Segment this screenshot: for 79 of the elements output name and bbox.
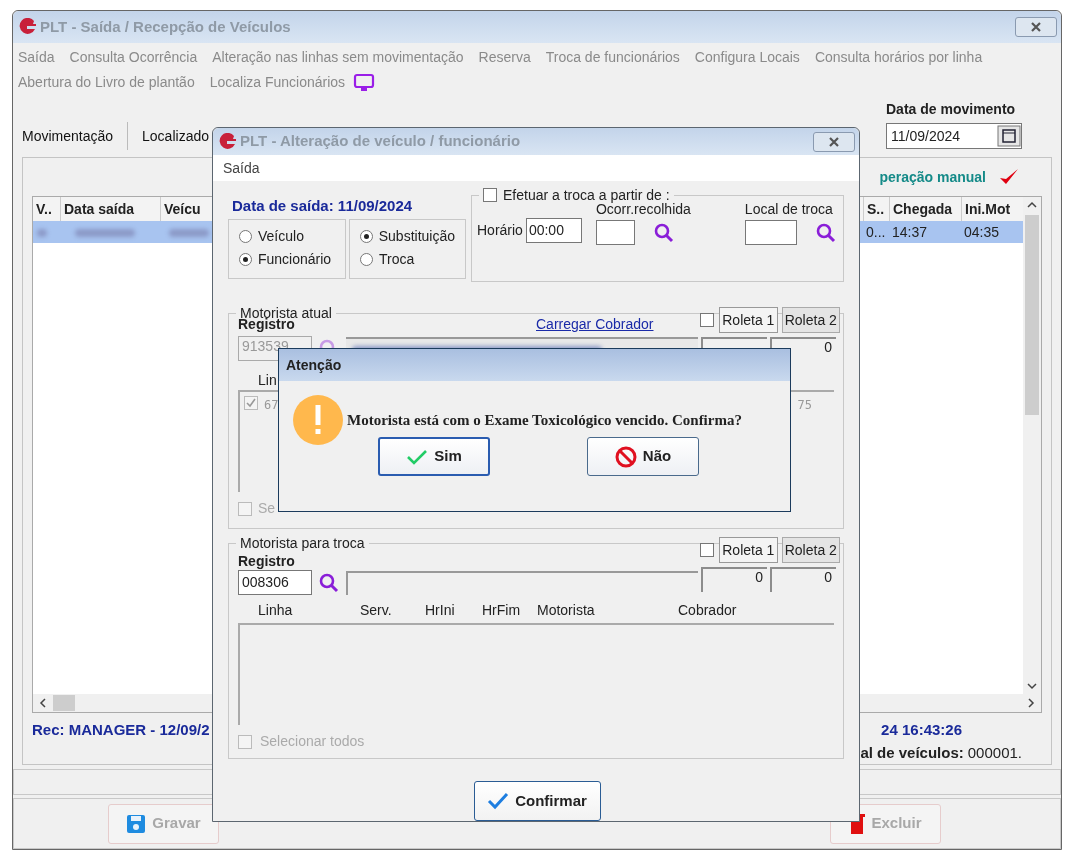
- scroll-down-icon[interactable]: [1027, 682, 1037, 690]
- counter-field: 0: [770, 567, 836, 592]
- field-label: Horário: [477, 221, 523, 240]
- list-cell-text: 75: [797, 397, 812, 414]
- table-cell-text: 14:37: [891, 222, 929, 242]
- yes-button[interactable]: Sim: [378, 437, 490, 476]
- table-cell-text: 04:35: [963, 222, 1001, 242]
- window-title: PLT - Alteração de veículo / funcionário: [240, 131, 522, 152]
- window-title: PLT - Saída / Recepção de Veículos: [40, 16, 292, 37]
- redacted-text: [37, 228, 47, 237]
- logo-icon: [17, 18, 37, 36]
- date-field[interactable]: 11/09/2024: [886, 123, 1022, 149]
- prohibited-icon: [614, 445, 637, 468]
- column-header: HrIni: [425, 601, 456, 620]
- list-cell-text: 67: [264, 397, 279, 414]
- radio-label: Funcionário: [258, 250, 332, 269]
- occurrence-field[interactable]: [595, 220, 635, 245]
- date-text: Data de saída: 11/09/2024: [231, 196, 414, 216]
- date-label: Data de movimento: [886, 100, 1017, 119]
- scroll-thumb[interactable]: [53, 695, 75, 711]
- close-button[interactable]: [1015, 17, 1057, 37]
- calendar-icon[interactable]: [997, 125, 1021, 147]
- counter-field: 0: [701, 567, 767, 592]
- column-header: Cobrador: [678, 601, 737, 620]
- radio-label: Troca: [379, 250, 415, 269]
- mode-label: peração manual: [879, 167, 986, 187]
- vertical-scrollbar[interactable]: [1023, 197, 1041, 694]
- column-header: HrFim: [482, 601, 522, 620]
- scroll-right-icon[interactable]: [1027, 698, 1035, 708]
- close-icon: [1030, 22, 1042, 32]
- no-button[interactable]: Não: [587, 437, 699, 476]
- radio-button[interactable]: [239, 230, 252, 243]
- search-icon[interactable]: [652, 221, 675, 244]
- scroll-thumb[interactable]: [1025, 215, 1039, 415]
- total-value: 000001.: [967, 742, 1022, 763]
- roleta-button[interactable]: Roleta 1: [719, 537, 778, 563]
- roleta-button[interactable]: Roleta 2: [781, 537, 840, 563]
- total-label: al de veículos:: [860, 742, 964, 763]
- column-header: Motorista: [537, 601, 596, 620]
- scroll-left-icon[interactable]: [39, 698, 47, 708]
- search-icon[interactable]: [814, 221, 837, 244]
- radio-button[interactable]: [239, 253, 252, 266]
- tab[interactable]: Movimentação: [22, 125, 114, 147]
- close-button[interactable]: [813, 131, 855, 152]
- checkbox[interactable]: [699, 543, 714, 557]
- monitor-icon[interactable]: [353, 72, 376, 93]
- radio-label: Substituição: [378, 227, 455, 246]
- tab[interactable]: Localizado: [142, 125, 209, 147]
- checkmark-icon: [487, 792, 510, 810]
- registro-field[interactable]: 008306: [238, 570, 312, 595]
- search-icon[interactable]: [318, 571, 340, 594]
- time-field[interactable]: 00:00: [525, 218, 582, 243]
- alert-message: Motorista está com o Exame Toxicológico vencido. Confirma?: [347, 410, 742, 430]
- confirm-button[interactable]: Confirmar: [473, 781, 601, 821]
- radio-button[interactable]: [360, 253, 373, 266]
- status-time: 24 16:43:26: [881, 720, 963, 740]
- redacted-text: [169, 228, 209, 237]
- scroll-up-icon[interactable]: [1027, 201, 1037, 209]
- menu-item[interactable]: Saída: [223, 157, 260, 179]
- column-header: Serv.: [360, 601, 393, 620]
- column-header: Linha: [258, 601, 294, 620]
- close-icon: [828, 136, 840, 147]
- group-legend: Motorista para troca: [240, 532, 365, 554]
- checkbox-label: Se: [258, 499, 276, 518]
- field-label: Local de troca: [744, 200, 834, 219]
- redacted-text: [75, 228, 135, 237]
- place-field[interactable]: [744, 220, 797, 245]
- logo-icon: [217, 132, 237, 151]
- column-header: Lin: [258, 372, 277, 388]
- field-label: Registro: [238, 552, 296, 569]
- checkmark-icon: [406, 448, 429, 465]
- status-text: Rec: MANAGER - 12/09/2: [32, 720, 210, 740]
- radio-button[interactable]: [360, 230, 373, 243]
- warning-icon: [293, 395, 343, 445]
- table-cell-text: 0...: [865, 222, 887, 242]
- field-label: Ocorr.recolhida: [595, 201, 691, 219]
- radio-label: Veículo: [258, 227, 304, 246]
- checkbox-label: Selecionar todos: [260, 732, 365, 751]
- checkbox[interactable]: [483, 188, 497, 202]
